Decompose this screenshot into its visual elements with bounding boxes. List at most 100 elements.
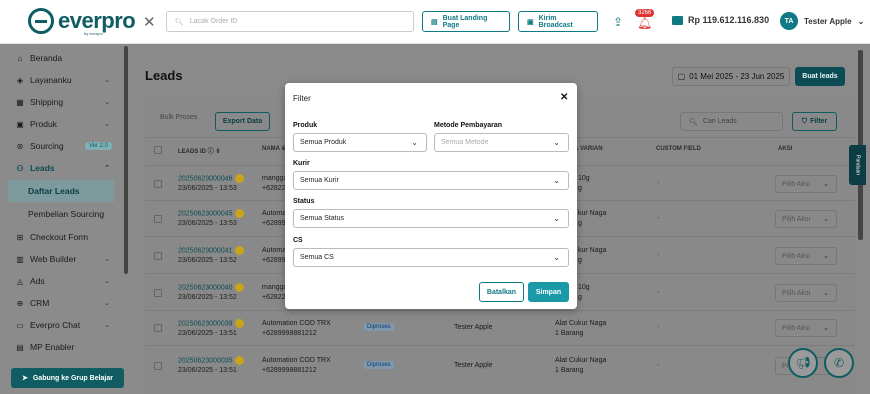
upload-icon[interactable]: ⇪	[613, 15, 623, 29]
column-header-custom-field: CUSTOM FIELD	[656, 146, 701, 152]
lead-id-link[interactable]: 20250623000039	[178, 319, 244, 329]
column-header-leads-id[interactable]: LEADS ID ⓘ ⇕	[178, 146, 220, 155]
whatsapp-badge-icon	[234, 283, 244, 292]
sidebar-item-label: Pembelian Sourcing	[28, 209, 105, 219]
custom-field-empty: -	[657, 252, 660, 259]
action-select[interactable]: Pilih Aksi ⌄	[775, 175, 837, 193]
lead-product: kur Naga	[578, 210, 607, 217]
search-leads-placeholder: Cari Leads	[702, 118, 737, 125]
lead-id: 20250623000035	[178, 357, 233, 365]
join-group-button[interactable]: ➤ Gabung ke Grup Belajar	[11, 368, 124, 388]
sidebar-item-produk[interactable]: ▣ Produk ⌄	[0, 113, 122, 135]
bell-icon[interactable]: 🔔︎	[637, 16, 652, 30]
user-name: Tester Apple	[804, 16, 852, 26]
lead-id-link[interactable]: 20250623000045	[178, 209, 244, 219]
lead-date: 23/06/2025 - 13:53	[178, 185, 237, 192]
status-value: Semua Status	[300, 215, 344, 222]
sidebar-item-label: Ads	[30, 276, 45, 286]
metode-select[interactable]: Semua Metode ⌄	[434, 133, 569, 152]
chevron-down-icon: ⌄	[823, 325, 829, 332]
brand-sub: by everpro	[84, 31, 103, 36]
sidebar-item-crm[interactable]: ⊕ CRM ⌄	[0, 292, 122, 314]
action-select[interactable]: Pilih Aksi ⌄	[775, 319, 837, 337]
web-icon: ▥	[16, 254, 24, 264]
sidebar-item-beranda[interactable]: ⌂ Beranda	[0, 47, 122, 69]
wallet-icon	[672, 15, 683, 25]
save-button[interactable]: Simpan	[528, 282, 569, 302]
lead-id-link[interactable]: 20250623000041	[178, 246, 244, 256]
track-order-search[interactable]: 🔍︎ Lacak Order ID	[166, 11, 414, 32]
sidebar-item-everpro-chat[interactable]: ▭ Everpro Chat ⌄	[0, 314, 122, 336]
lead-id-link[interactable]: 20250623000035	[178, 356, 244, 366]
export-data-button[interactable]: Export Data	[215, 112, 270, 131]
row-checkbox[interactable]	[154, 215, 162, 223]
action-select[interactable]: Pilih Aksi ⌄	[775, 284, 837, 302]
produk-select[interactable]: Semua Produk ⌄	[293, 133, 427, 152]
bulk-process-button[interactable]: Bulk Proses	[160, 114, 197, 121]
sidebar-item-label: Sourcing	[30, 141, 64, 151]
close-icon[interactable]: ✕	[143, 13, 156, 31]
whatsapp-icon[interactable]: ✆	[824, 348, 854, 378]
lead-id: 20250623000039	[178, 320, 233, 328]
whatsapp-badge-icon	[234, 209, 244, 218]
row-checkbox[interactable]	[154, 289, 162, 297]
sidebar-item-layananku[interactable]: ◈ Layananku ⌄	[0, 69, 122, 91]
date-range-picker[interactable]: ▢ 01 Mei 2025 - 23 Jun 2025	[672, 67, 790, 86]
divider	[145, 310, 855, 311]
sidebar-item-leads[interactable]: ⚇ Leads ⌃	[0, 157, 122, 179]
filter-button[interactable]: ⛉ Filter	[792, 112, 837, 131]
kurir-select[interactable]: Semua Kurir ⌄	[293, 171, 569, 190]
sidebar-scrollbar[interactable]	[124, 46, 128, 274]
user-menu[interactable]: TA Tester Apple ⌄	[780, 12, 864, 30]
landing-page-button[interactable]: ▤ Buat Landing Page	[422, 11, 510, 32]
lead-id: 20250623000046	[178, 175, 233, 183]
sidebar-item-daftar-leads[interactable]: Daftar Leads	[8, 180, 114, 202]
megaphone-icon[interactable]: 📢︎	[788, 348, 818, 378]
chevron-up-icon: ⌃	[104, 165, 110, 172]
lead-id-link[interactable]: 20250623000046	[178, 174, 244, 184]
close-icon[interactable]: ✕	[560, 92, 568, 103]
chevron-down-icon: ⌄	[823, 290, 829, 297]
chevron-down-icon: ⌄	[553, 138, 560, 147]
status-select[interactable]: Semua Status ⌄	[293, 209, 569, 228]
join-group-label: Gabung ke Grup Belajar	[32, 374, 113, 382]
balance-display[interactable]: Rp 119.612.116.830	[672, 15, 769, 25]
sidebar-item-web-builder[interactable]: ▥ Web Builder ⌄	[0, 248, 122, 270]
cs-label: CS	[293, 237, 303, 244]
sidebar-item-shipping[interactable]: ▦ Shipping ⌄	[0, 91, 122, 113]
sidebar-item-pembelian-sourcing[interactable]: Pembelian Sourcing	[0, 203, 122, 225]
action-select[interactable]: Pilih Aksi ⌄	[775, 210, 837, 228]
row-checkbox[interactable]	[154, 324, 162, 332]
search-placeholder: Lacak Order ID	[189, 18, 238, 25]
sidebar-item-sourcing[interactable]: ⊛ Sourcing Ver 2.0	[0, 135, 122, 157]
kurir-label: Kurir	[293, 160, 310, 167]
lead-id-link[interactable]: 20250623000040	[178, 283, 244, 293]
row-checkbox[interactable]	[154, 180, 162, 188]
custom-field-empty: -	[657, 324, 660, 331]
lead-phone: +62899	[262, 220, 286, 227]
sidebar-item-label: MP Enabler	[30, 342, 75, 352]
action-select-label: Pilih Aksi	[782, 180, 811, 188]
broadcast-button[interactable]: ▣ Kirim Broadcast	[518, 11, 598, 32]
row-checkbox[interactable]	[154, 362, 162, 370]
sidebar-item-ads[interactable]: ◬ Ads ⌄	[0, 270, 122, 292]
select-all-checkbox[interactable]	[154, 146, 162, 154]
row-checkbox[interactable]	[154, 252, 162, 260]
guide-tab[interactable]: Panduan	[849, 145, 866, 185]
lead-cs: Tester Apple	[454, 324, 493, 331]
action-select[interactable]: Pilih Aksi ⌄	[775, 247, 837, 265]
lead-phone: +62822	[262, 185, 286, 192]
everpro-logo[interactable]: everpro	[28, 8, 136, 34]
sidebar-item-mp-enabler[interactable]: ▤ MP Enabler	[0, 336, 122, 358]
sidebar-item-checkout-form[interactable]: ⊞ Checkout Form	[0, 226, 122, 248]
create-lead-button[interactable]: Buat leads	[795, 67, 845, 86]
app-root: everpro by everpro ✕ 🔍︎ Lacak Order ID ▤…	[0, 0, 870, 394]
lead-date: 23/06/2025 - 13:52	[178, 294, 237, 301]
cs-select[interactable]: Semua CS ⌄	[293, 248, 569, 267]
chevron-down-icon: ⌄	[104, 77, 110, 84]
sidebar: ⌂ Beranda ◈ Layananku ⌄ ▦ Shipping ⌄ ▣ Produk ⌄…	[0, 44, 130, 394]
chevron-down-icon: ⌄	[857, 16, 865, 26]
column-header-label: LEADS ID	[178, 149, 207, 155]
search-leads-input[interactable]: 🔍︎ Cari Leads	[680, 112, 783, 131]
cancel-button[interactable]: Batalkan	[479, 282, 524, 302]
